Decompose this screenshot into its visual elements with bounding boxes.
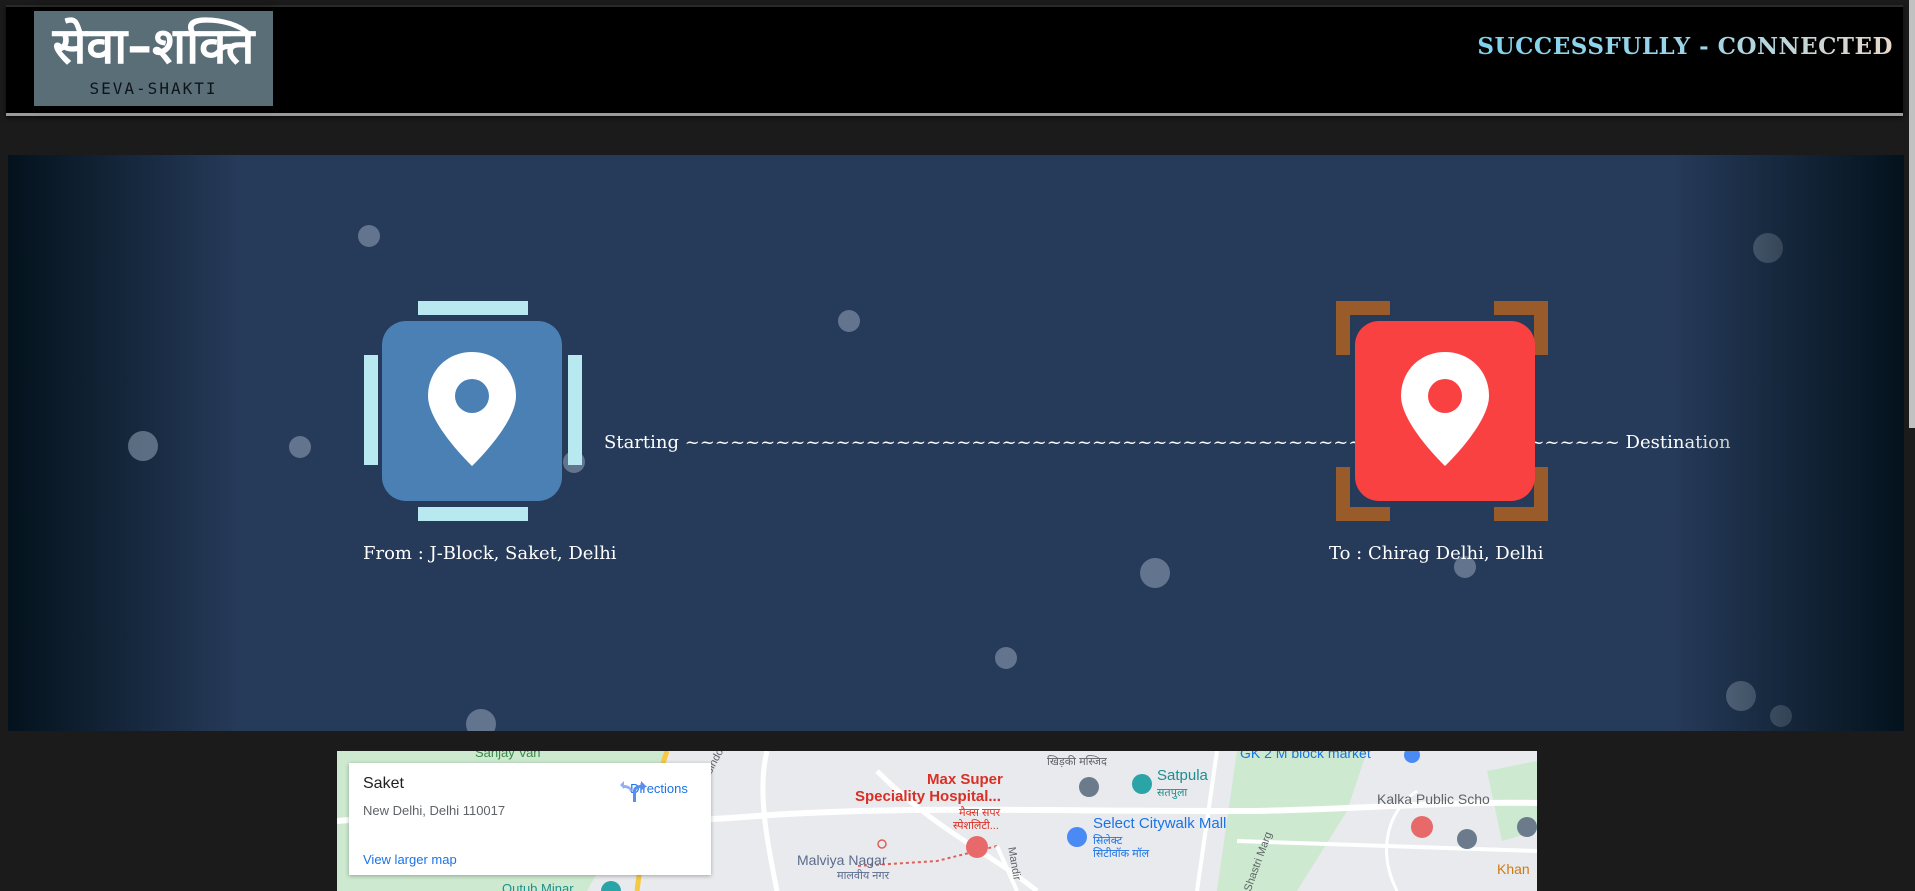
map-label-max-hindi-2: स्पेशलिटी... [953, 820, 999, 832]
map-label-citywalk-hi-2: सिटीवॉक मॉल [1093, 848, 1150, 860]
destination-pin-tile [1355, 321, 1535, 501]
to-location-label: To : Chirag Delhi, Delhi [1329, 543, 1544, 564]
brand-logo-hindi: सेवा–शक्ति [52, 17, 255, 75]
map-label-sanjay-van: Sanjay Van [475, 751, 541, 760]
brand-logo-latin: SEVA-SHAKTI [89, 79, 218, 98]
decor-bubble [1753, 233, 1783, 263]
marker-frame-left [364, 355, 378, 465]
place-info-card: Saket New Delhi, Delhi 110017 Directions… [349, 763, 711, 875]
top-header: सेवा–शक्ति SEVA-SHAKTI SUCCESSFULLY - CO… [6, 5, 1903, 116]
decor-bubble [128, 431, 158, 461]
decor-bubble [995, 647, 1017, 669]
map-label-kalka: Kalka Public Scho [1377, 791, 1490, 807]
marker-frame-bottom [418, 507, 528, 521]
decor-bubble [1770, 705, 1792, 727]
map-label-malviya: Malviya Nagar [797, 852, 887, 868]
map-label-khan: Khan [1497, 861, 1530, 877]
location-pin-icon [1399, 350, 1491, 472]
decor-bubble [466, 709, 496, 731]
map-label-qutub: Qutub Minar [502, 881, 574, 891]
marker-frame-right [568, 355, 582, 465]
map-label-satpula: Satpula [1157, 767, 1208, 784]
map-label-gk2: GK 2 M block market [1240, 751, 1371, 761]
directions-button[interactable]: Directions [619, 777, 699, 827]
decor-bubble [838, 310, 860, 332]
map-label-citywalk: Select Citywalk Mall [1093, 815, 1227, 832]
decor-bubble [1726, 681, 1756, 711]
map-label-satpula-hi: सतपुला [1157, 787, 1188, 799]
place-name: Saket [363, 775, 404, 792]
map-label-max-hospital-2: Speciality Hospital... [855, 788, 1001, 805]
connection-status: SUCCESSFULLY - CONNECTED [1477, 33, 1893, 60]
destination-location-marker[interactable] [1328, 301, 1548, 521]
location-pin-icon [426, 350, 518, 472]
start-location-marker[interactable] [364, 301, 584, 521]
marker-frame-top [418, 301, 528, 315]
place-address: New Delhi, Delhi 110017 [363, 803, 506, 818]
decor-bubble [358, 225, 380, 247]
view-larger-map-link[interactable]: View larger map [363, 852, 457, 867]
route-connector: Starting ~~~~~~~~~~~~~~~~~~~~~~~~~~~~~~~… [604, 432, 1731, 453]
embedded-map[interactable]: Sanjay Van Max Super Speciality Hospital… [337, 751, 1537, 891]
decor-bubble [289, 436, 311, 458]
map-label-khidki: खिड़की मस्जिद [1047, 756, 1107, 768]
map-label-max-hospital: Max Super [927, 771, 1003, 788]
map-label-malviya-hi: मालवीय नगर [837, 870, 890, 882]
decor-bubble [1140, 558, 1170, 588]
route-panel: Starting ~~~~~~~~~~~~~~~~~~~~~~~~~~~~~~~… [8, 155, 1904, 731]
brand-logo[interactable]: सेवा–शक्ति SEVA-SHAKTI [34, 11, 273, 106]
from-location-label: From : J-Block, Saket, Delhi [363, 543, 617, 564]
page-scrollbar[interactable] [1909, 0, 1915, 428]
start-pin-tile [382, 321, 562, 501]
